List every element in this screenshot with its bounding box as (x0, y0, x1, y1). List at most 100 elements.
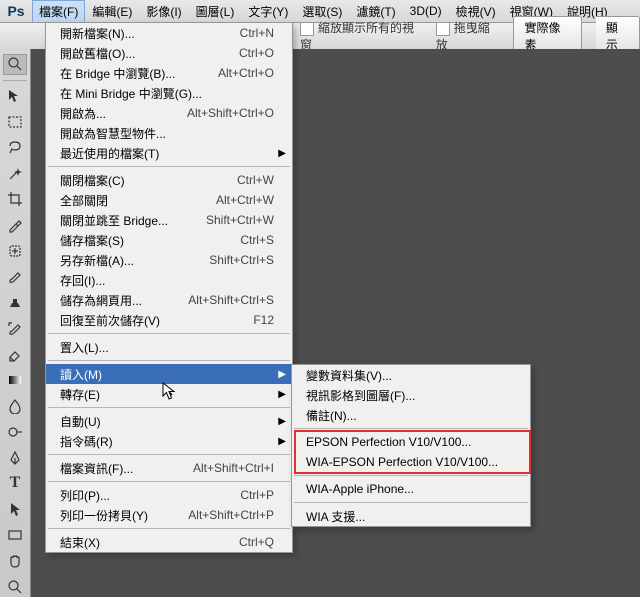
menu-image[interactable]: 影像(I) (139, 0, 188, 22)
rect-marquee-tool[interactable] (3, 112, 27, 133)
submenu-arrow-icon: ▶ (278, 416, 286, 427)
submenu-arrow-icon: ▶ (278, 369, 286, 380)
pen-tool[interactable] (3, 447, 27, 468)
move-tool[interactable] (3, 86, 27, 107)
type-tool[interactable]: T (3, 473, 27, 494)
hand-tool[interactable] (3, 550, 27, 571)
file_menu-item[interactable]: 讀入(M) ▶ (46, 364, 292, 384)
import_submenu-item-label: WIA-EPSON Perfection V10/V100... (306, 455, 512, 469)
lasso-tool[interactable] (3, 137, 27, 158)
zoom-tool[interactable] (3, 54, 27, 75)
file_menu-item-shortcut: Alt+Shift+Ctrl+S (188, 293, 274, 307)
history-brush-tool[interactable] (3, 318, 27, 339)
file_menu-item[interactable]: 開啟為智慧型物件... (46, 123, 292, 143)
import_submenu-item-label: 變數資料集(V)... (306, 367, 512, 384)
file_menu-item-label: 最近使用的檔案(T) (60, 145, 274, 162)
tool-divider (3, 80, 27, 81)
healing-brush-tool[interactable] (3, 241, 27, 262)
file_menu-item[interactable]: 存回(I)... (46, 270, 292, 290)
file_menu-item-label: 在 Bridge 中瀏覽(B)... (60, 65, 218, 82)
checkbox-icon[interactable] (436, 22, 450, 36)
magnify-tool[interactable] (3, 576, 27, 597)
file_menu-item[interactable]: 置入(L)... (46, 337, 292, 357)
crop-tool[interactable] (3, 189, 27, 210)
file_menu-item-shortcut: Ctrl+Q (239, 535, 274, 549)
file_menu-item[interactable]: 最近使用的檔案(T)▶ (46, 143, 292, 163)
file_menu-item[interactable]: 轉存(E)▶ (46, 384, 292, 404)
file_menu-item[interactable]: 指令碼(R)▶ (46, 431, 292, 451)
file_menu-item-shortcut: Shift+Ctrl+S (209, 253, 274, 267)
file_menu-item[interactable]: 自動(U) ▶ (46, 411, 292, 431)
dodge-tool[interactable] (3, 421, 27, 442)
file_menu-item-shortcut: Ctrl+P (240, 488, 274, 502)
import_submenu-item[interactable]: WIA 支援... (292, 506, 530, 526)
file_menu-item-shortcut: Ctrl+W (237, 173, 274, 187)
import-submenu: 變數資料集(V)... 視訊影格到圖層(F)... 備註(N)... EPSON Pe… (291, 364, 531, 527)
file_menu-item-shortcut: Alt+Shift+Ctrl+P (188, 508, 274, 522)
file_menu-item-shortcut: Alt+Ctrl+O (218, 66, 274, 80)
eyedropper-tool[interactable] (3, 215, 27, 236)
brush-tool[interactable] (3, 267, 27, 288)
file_menu-item-label: 儲存為網頁用... (60, 292, 188, 309)
file_menu-item[interactable]: 儲存為網頁用...Alt+Shift+Ctrl+S (46, 290, 292, 310)
opt-scrubby-zoom[interactable]: 拖曳縮放 (436, 19, 500, 53)
import_submenu-item-label: 備註(N)... (306, 407, 512, 424)
import_submenu-item-label: EPSON Perfection V10/V100... (306, 435, 512, 449)
menu-type[interactable]: 文字(Y) (241, 0, 295, 22)
file_menu-item-label: 讀入(M) (60, 366, 274, 383)
file_menu-item-label: 關閉並跳至 Bridge... (60, 212, 206, 229)
file_menu-item[interactable]: 回復至前次儲存(V)F12 (46, 310, 292, 330)
file_menu-item-label: 關閉檔案(C) (60, 172, 237, 189)
checkbox-icon[interactable] (300, 22, 314, 36)
file_menu-item[interactable]: 檔案資訊(F)...Alt+Shift+Ctrl+I (46, 458, 292, 478)
eraser-tool[interactable] (3, 344, 27, 365)
file_menu-item-label: 全部關閉 (60, 192, 216, 209)
import_submenu-item[interactable]: 備註(N)... (292, 405, 530, 425)
file_menu-item-label: 另存新檔(A)... (60, 252, 209, 269)
menu-layer[interactable]: 圖層(L) (189, 0, 242, 22)
import_submenu-item[interactable]: WIA-Apple iPhone... (292, 479, 530, 499)
submenu-arrow-icon: ▶ (278, 436, 286, 447)
opt-fit-windows[interactable]: 縮放顯示所有的視窗 (300, 19, 422, 53)
file_menu-item[interactable]: 在 Mini Bridge 中瀏覽(G)... (46, 83, 292, 103)
file_menu-item[interactable]: 全部關閉Alt+Ctrl+W (46, 190, 292, 210)
file_menu-item[interactable]: 開新檔案(N)...Ctrl+N (46, 23, 292, 43)
rectangle-tool[interactable] (3, 525, 27, 546)
file_menu-item-label: 儲存檔案(S) (60, 232, 240, 249)
magic-wand-tool[interactable] (3, 163, 27, 184)
file_menu-item-shortcut: Alt+Shift+Ctrl+O (187, 106, 274, 120)
file_menu-item-label: 開啟為... (60, 105, 187, 122)
file_menu-item[interactable]: 列印一份拷貝(Y)Alt+Shift+Ctrl+P (46, 505, 292, 525)
file_menu-item[interactable]: 關閉檔案(C)Ctrl+W (46, 170, 292, 190)
file-menu-dropdown: 開新檔案(N)...Ctrl+N開啟舊檔(O)...Ctrl+O在 Bridge… (45, 22, 293, 553)
import_submenu-item-label: 視訊影格到圖層(F)... (306, 387, 512, 404)
file_menu-item[interactable]: 開啟為...Alt+Shift+Ctrl+O (46, 103, 292, 123)
file_menu-item-shortcut: Alt+Ctrl+W (216, 193, 274, 207)
import_submenu-item-label: WIA 支援... (306, 508, 512, 525)
menu-edit[interactable]: 編輯(E) (85, 0, 139, 22)
blur-tool[interactable] (3, 396, 27, 417)
file_menu-item-label: 在 Mini Bridge 中瀏覽(G)... (60, 85, 274, 102)
file_menu-item-label: 自動(U) (60, 413, 274, 430)
import_submenu-item[interactable]: EPSON Perfection V10/V100... (292, 432, 530, 452)
file_menu-item[interactable]: 另存新檔(A)...Shift+Ctrl+S (46, 250, 292, 270)
gradient-tool[interactable] (3, 370, 27, 391)
clone-stamp-tool[interactable] (3, 292, 27, 313)
file_menu-item[interactable]: 在 Bridge 中瀏覽(B)...Alt+Ctrl+O (46, 63, 292, 83)
file_menu-item[interactable]: 儲存檔案(S)Ctrl+S (46, 230, 292, 250)
import_submenu-item[interactable]: WIA-EPSON Perfection V10/V100... (292, 452, 530, 472)
file_menu-item-label: 結束(X) (60, 534, 239, 551)
path-selection-tool[interactable] (3, 499, 27, 520)
toolbox: T (0, 49, 31, 597)
file_menu-item-label: 回復至前次儲存(V) (60, 312, 253, 329)
import_submenu-item[interactable]: 視訊影格到圖層(F)... (292, 385, 530, 405)
file_menu-item[interactable]: 列印(P)...Ctrl+P (46, 485, 292, 505)
file_menu-item[interactable]: 關閉並跳至 Bridge...Shift+Ctrl+W (46, 210, 292, 230)
file_menu-item-shortcut: Shift+Ctrl+W (206, 213, 274, 227)
file_menu-item-label: 列印(P)... (60, 487, 240, 504)
file_menu-item[interactable]: 開啟舊檔(O)...Ctrl+O (46, 43, 292, 63)
file_menu-item[interactable]: 結束(X)Ctrl+Q (46, 532, 292, 552)
file_menu-item-label: 存回(I)... (60, 272, 274, 289)
menu-file[interactable]: 檔案(F) (32, 0, 85, 22)
import_submenu-item[interactable]: 變數資料集(V)... (292, 365, 530, 385)
